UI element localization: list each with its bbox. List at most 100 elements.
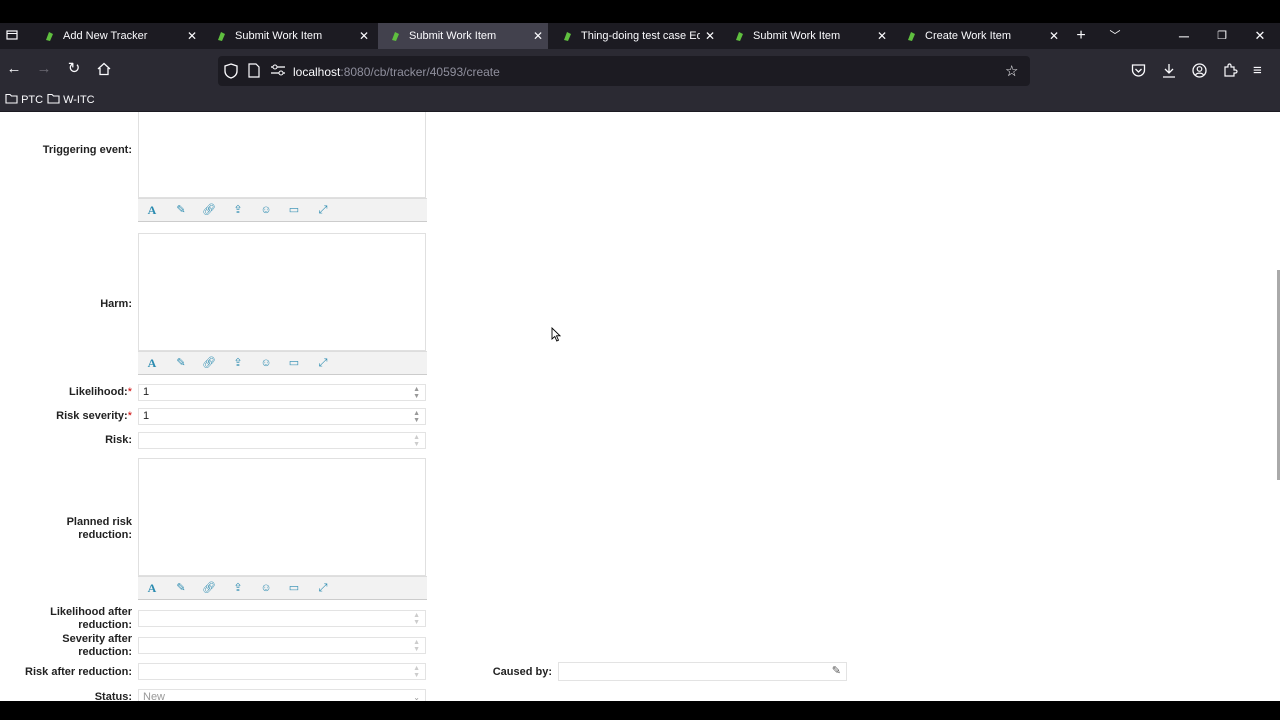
tab-title: Thing-doing test case Edit: [581, 30, 700, 42]
shield-icon[interactable]: [224, 63, 238, 84]
bookmark-folder-w-itc[interactable]: W-ITC: [47, 89, 95, 111]
required-marker: *: [127, 410, 132, 422]
mouse-cursor-icon: [551, 326, 562, 347]
tab-title: Submit Work Item: [409, 30, 497, 42]
status-value: New: [143, 691, 166, 701]
account-icon[interactable]: [1192, 63, 1207, 83]
link-icon[interactable]: 🔗︎: [202, 581, 216, 595]
severity-after-reduction-input[interactable]: ▲ ▼: [138, 637, 426, 654]
link-icon[interactable]: 🔗︎: [202, 203, 216, 217]
fullscreen-expand-icon[interactable]: ⤢: [316, 356, 330, 370]
upload-icon[interactable]: ⇪: [231, 203, 245, 217]
monitor-icon[interactable]: ▭: [287, 203, 301, 217]
risk-severity-value: 1: [143, 410, 150, 422]
monitor-icon[interactable]: ▭: [287, 581, 301, 595]
url-text[interactable]: localhost:8080/cb/tracker/40593/create: [293, 57, 500, 87]
spinner-icon[interactable]: ▲ ▼: [413, 410, 420, 424]
codebeamer-favicon-icon: [906, 31, 917, 42]
risk-input[interactable]: ▲ ▼: [138, 432, 426, 449]
reload-icon[interactable]: ↻: [60, 49, 88, 89]
url-host: localhost: [293, 65, 341, 79]
browser-tab[interactable]: Submit Work Item ✕: [204, 23, 374, 49]
font-format-icon[interactable]: A: [145, 356, 159, 370]
spinner-icon[interactable]: ▲ ▼: [413, 665, 420, 679]
bookmark-label: PTC: [21, 94, 44, 106]
chevron-down-icon: ⌄: [413, 693, 420, 701]
upload-icon[interactable]: ⇪: [231, 581, 245, 595]
fullscreen-expand-icon[interactable]: ⤢: [316, 203, 330, 217]
spinner-icon[interactable]: ▲ ▼: [413, 434, 420, 448]
likelihood-input[interactable]: 1 ▲ ▼: [138, 384, 426, 401]
tab-title: Add New Tracker: [63, 30, 148, 42]
close-icon[interactable]: ✕: [1044, 29, 1064, 43]
codebeamer-favicon-icon: [44, 31, 55, 42]
emoji-icon[interactable]: ☺: [259, 356, 273, 370]
minimize-icon[interactable]: ─: [1174, 23, 1194, 49]
top-black-strip: [0, 0, 1280, 23]
bottom-black-strip: [0, 701, 1280, 720]
page-info-icon[interactable]: [248, 63, 260, 83]
severity-after-reduction-label: Severity after reduction:: [0, 633, 132, 659]
close-icon[interactable]: ✕: [182, 29, 202, 43]
edit-pencil-icon[interactable]: ✎: [174, 203, 188, 217]
close-icon[interactable]: ✕: [700, 29, 720, 43]
rich-text-toolbar: A ✎ 🔗︎ ⇪ ☺ ▭ ⤢: [138, 198, 427, 222]
bookmark-star-icon[interactable]: ☆: [1005, 62, 1018, 80]
browser-tab[interactable]: Add New Tracker ✕: [32, 23, 202, 49]
forward-arrow-icon[interactable]: →: [30, 49, 58, 89]
tab-overflow-chevron-down-icon[interactable]: ﹀: [1105, 23, 1125, 49]
fullscreen-expand-icon[interactable]: ⤢: [316, 581, 330, 595]
risk-severity-input[interactable]: 1 ▲ ▼: [138, 408, 426, 425]
permissions-icon[interactable]: [270, 63, 286, 82]
planned-risk-reduction-editor[interactable]: [138, 458, 426, 576]
menu-icon[interactable]: ≡: [1253, 62, 1262, 79]
link-icon[interactable]: 🔗︎: [202, 356, 216, 370]
rich-text-toolbar: A ✎ 🔗︎ ⇪ ☺ ▭ ⤢: [138, 576, 427, 600]
font-format-icon[interactable]: A: [145, 203, 159, 217]
risk-after-reduction-input[interactable]: ▲ ▼: [138, 663, 426, 680]
window-close-icon[interactable]: ✕: [1250, 23, 1270, 49]
spinner-icon[interactable]: ▲ ▼: [413, 612, 420, 626]
upload-icon[interactable]: ⇪: [231, 356, 245, 370]
label-line: reduction:: [78, 619, 132, 631]
browser-tab[interactable]: Create Work Item ✕: [894, 23, 1064, 49]
font-format-icon[interactable]: A: [145, 581, 159, 595]
restore-icon[interactable]: ❐: [1212, 23, 1232, 49]
browser-tab[interactable]: Submit Work Item ✕: [722, 23, 892, 49]
spinner-icon[interactable]: ▲ ▼: [413, 386, 420, 400]
bookmarks-bar: PTC W-ITC: [0, 89, 1280, 112]
caused-by-input[interactable]: ✎: [558, 662, 847, 681]
bookmark-folder-ptc[interactable]: PTC: [5, 89, 43, 111]
label-line: Likelihood after: [50, 606, 132, 618]
likelihood-label: Likelihood:*: [0, 386, 132, 399]
likelihood-label-text: Likelihood:: [69, 386, 128, 398]
browser-tab-active[interactable]: Submit Work Item ✕: [378, 23, 548, 49]
spinner-icon[interactable]: ▲ ▼: [413, 639, 420, 653]
pocket-icon[interactable]: [1131, 63, 1146, 82]
browser-tab[interactable]: Thing-doing test case Edit ✕: [550, 23, 720, 49]
codebeamer-favicon-icon: [216, 31, 227, 42]
edit-pencil-icon[interactable]: ✎: [832, 664, 841, 679]
likelihood-after-reduction-input[interactable]: ▲ ▼: [138, 610, 426, 627]
close-icon[interactable]: ✕: [872, 29, 892, 43]
planned-risk-reduction-label: Planned risk reduction:: [0, 516, 132, 542]
likelihood-after-reduction-label: Likelihood after reduction:: [0, 606, 132, 632]
monitor-icon[interactable]: ▭: [287, 356, 301, 370]
status-select[interactable]: New ⌄: [138, 689, 426, 701]
new-tab-plus-icon[interactable]: +: [1071, 23, 1091, 49]
label-line: Severity after: [62, 633, 132, 645]
tab-list-icon[interactable]: [2, 23, 22, 49]
home-icon[interactable]: [90, 49, 118, 89]
harm-editor[interactable]: [138, 233, 426, 351]
emoji-icon[interactable]: ☺: [259, 581, 273, 595]
edit-pencil-icon[interactable]: ✎: [174, 356, 188, 370]
downloads-icon[interactable]: [1162, 63, 1176, 83]
extensions-icon[interactable]: [1223, 63, 1238, 83]
bookmark-label: W-ITC: [63, 94, 95, 106]
close-icon[interactable]: ✕: [354, 29, 374, 43]
triggering-event-editor[interactable]: [138, 112, 426, 198]
edit-pencil-icon[interactable]: ✎: [174, 581, 188, 595]
back-arrow-icon[interactable]: ←: [0, 49, 28, 89]
close-icon[interactable]: ✕: [528, 29, 548, 43]
emoji-icon[interactable]: ☺: [259, 203, 273, 217]
